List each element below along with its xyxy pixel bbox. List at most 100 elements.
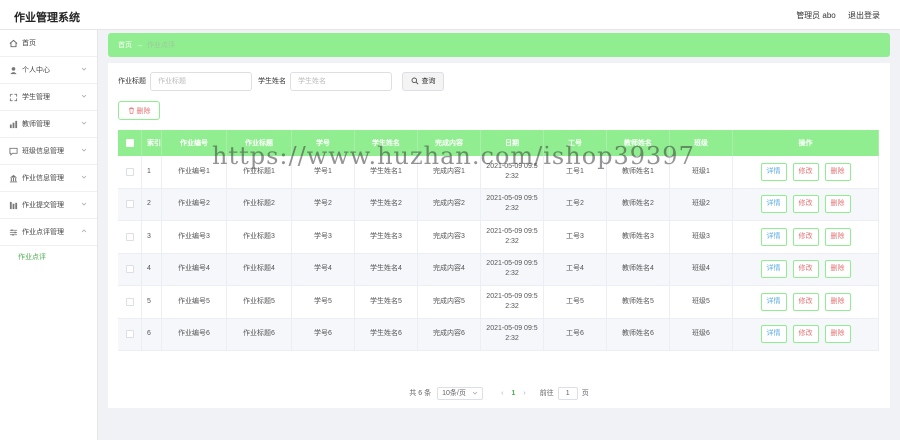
row-checkbox[interactable] [125, 200, 134, 209]
cell-no: 作业编号6 [162, 318, 227, 350]
cell-idx: 6 [142, 318, 162, 350]
sidebar-item-label: 作业点评管理 [22, 229, 64, 236]
sidebar-item-classes[interactable]: 班级信息管理 [0, 138, 97, 165]
prev-page-button[interactable]: ‹ [501, 390, 503, 397]
page-size-select[interactable]: 10条/页 [437, 386, 484, 400]
date-line: 2021-05-09 09:5 [486, 292, 538, 300]
sidebar-item-reviews[interactable]: 作业点评管理 [0, 219, 97, 246]
batch-delete-button[interactable]: 删除 [118, 101, 160, 120]
date-line: 2:32 [505, 205, 519, 213]
sidebar-item-homework-info[interactable]: 作业信息管理 [0, 165, 97, 192]
row-select-cell[interactable] [118, 188, 142, 220]
date-cell: 2021-05-09 09:5 2:32 [481, 188, 544, 220]
row-checkbox[interactable] [125, 167, 134, 176]
top-bar: 作业管理系统 管理员 abo 退出登录 [0, 0, 900, 30]
search-button-label: 查询 [421, 78, 436, 85]
detail-button[interactable]: 详情 [760, 195, 787, 214]
row-select-cell[interactable] [118, 221, 142, 253]
sidebar-item-profile[interactable]: 个人中心 [0, 57, 97, 84]
detail-button[interactable]: 详情 [760, 292, 787, 311]
detail-button[interactable]: 详情 [760, 162, 787, 181]
cell-tid: 工号2 [544, 188, 607, 220]
detail-button[interactable]: 详情 [760, 227, 787, 246]
delete-button[interactable]: 删除 [824, 195, 851, 214]
sidebar-item-submissions[interactable]: 作业提交管理 [0, 192, 97, 219]
cell-sid: 学号6 [292, 318, 355, 350]
row-select-cell[interactable] [118, 253, 142, 285]
cell-title: 作业标题6 [227, 318, 292, 350]
detail-button[interactable]: 详情 [760, 325, 787, 344]
cell-content: 完成内容2 [418, 188, 481, 220]
date-line: 2021-05-09 09:5 [486, 325, 538, 333]
cell-no: 作业编号3 [162, 221, 227, 253]
header-cell: 索引 [142, 130, 162, 156]
delete-button[interactable]: 删除 [824, 260, 851, 279]
title-input[interactable]: 作业标题 [150, 71, 252, 91]
row-checkbox[interactable] [125, 297, 134, 306]
cell-sid: 学号2 [292, 188, 355, 220]
search-icon [411, 77, 419, 85]
cell-title: 作业标题4 [227, 253, 292, 285]
top-right: 管理员 abo 退出登录 [786, 10, 880, 21]
cell-cls: 班级3 [670, 221, 733, 253]
edit-button[interactable]: 修改 [792, 325, 819, 344]
edit-button[interactable]: 修改 [792, 260, 819, 279]
row-select-cell[interactable] [118, 286, 142, 318]
cell-tid: 工号5 [544, 286, 607, 318]
edit-button[interactable]: 修改 [792, 195, 819, 214]
chevron-up-icon [81, 229, 87, 233]
row-checkbox[interactable] [125, 232, 134, 241]
chat-icon [9, 147, 18, 156]
row-checkbox[interactable] [125, 330, 134, 339]
cell-idx: 1 [142, 156, 162, 188]
date-line: 2021-05-09 09:5 [486, 227, 538, 235]
table-body: 1 作业编号1 作业标题1 学号1 学生姓名1 完成内容1 2021-05-09 09:5 2… [118, 156, 879, 351]
sidebar-item-students[interactable]: 学生管理 [0, 84, 97, 111]
delete-button[interactable]: 删除 [824, 325, 851, 344]
edit-button[interactable]: 修改 [792, 227, 819, 246]
logout-link[interactable]: 退出登录 [848, 11, 880, 20]
cell-idx: 2 [142, 188, 162, 220]
sidebar-item-label: 作业信息管理 [22, 175, 64, 182]
row-select-cell[interactable] [118, 318, 142, 350]
date-line: 2:32 [505, 302, 519, 310]
page-number[interactable]: 1 [511, 390, 515, 397]
table-row: 4 作业编号4 作业标题4 学号4 学生姓名4 完成内容4 2021-05-09 09:5 2… [118, 253, 879, 286]
sidebar-item-home[interactable]: 首页 [0, 30, 97, 57]
delete-button[interactable]: 删除 [824, 292, 851, 311]
date-cell: 2021-05-09 09:5 2:32 [481, 286, 544, 318]
sidebar-subitem-review[interactable]: 作业点评 [0, 246, 97, 268]
cell-tid: 工号6 [544, 318, 607, 350]
breadcrumb-separator: → [136, 41, 143, 49]
cell-idx: 5 [142, 286, 162, 318]
goto-label: 前往 [539, 390, 554, 397]
row-checkbox[interactable] [125, 265, 134, 274]
date-cell: 2021-05-09 09:5 2:32 [481, 318, 544, 350]
row-select-cell[interactable] [118, 156, 142, 188]
header-select-all[interactable] [118, 130, 142, 156]
date-line: 2:32 [505, 237, 519, 245]
bank-icon [9, 174, 18, 182]
cell-cls: 班级6 [670, 318, 733, 350]
cell-cls: 班级4 [670, 253, 733, 285]
sidebar-item-label: 教师管理 [22, 121, 50, 128]
delete-button[interactable]: 删除 [824, 227, 851, 246]
actions-cell: 详情 修改 删除 [733, 156, 879, 188]
breadcrumb-home[interactable]: 首页 [118, 40, 132, 50]
search-button[interactable]: 查询 [402, 71, 444, 91]
student-name-input[interactable]: 学生姓名 [290, 71, 392, 91]
detail-button[interactable]: 详情 [760, 260, 787, 279]
next-page-button[interactable]: › [523, 390, 525, 397]
cell-title: 作业标题5 [227, 286, 292, 318]
goto-page-input[interactable]: 1 [557, 386, 578, 400]
delete-button[interactable]: 删除 [824, 162, 851, 181]
cell-sid: 学号4 [292, 253, 355, 285]
cell-idx: 3 [142, 221, 162, 253]
cell-sname: 学生姓名5 [355, 286, 418, 318]
sidebar-item-teachers[interactable]: 教师管理 [0, 111, 97, 138]
edit-button[interactable]: 修改 [792, 292, 819, 311]
cell-no: 作业编号2 [162, 188, 227, 220]
edit-button[interactable]: 修改 [792, 162, 819, 181]
select-all-checkbox[interactable] [125, 139, 134, 147]
sliders-icon [9, 228, 18, 236]
